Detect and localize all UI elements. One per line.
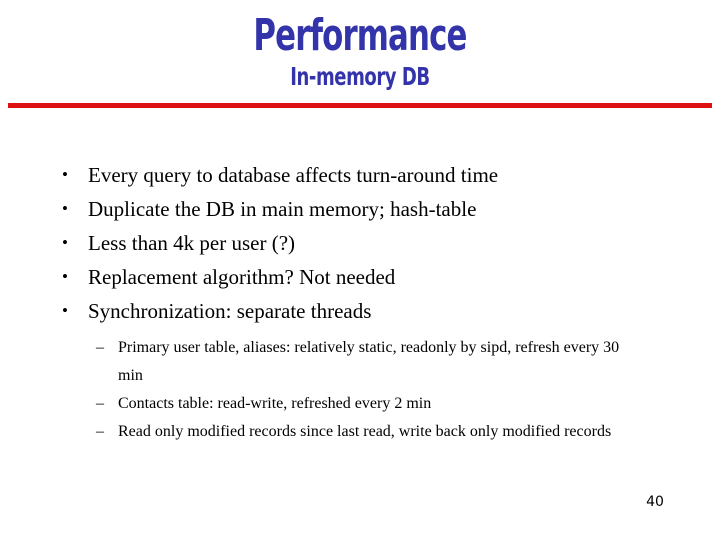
list-item: • Synchronization: separate threads (0, 294, 720, 328)
list-item-label: Replacement algorithm? Not needed (88, 265, 396, 289)
dash-marker-icon: – (96, 395, 104, 412)
bullet-marker-icon: • (62, 199, 68, 218)
list-item: – Read only modified records since last … (0, 418, 720, 446)
bullet-marker-icon: • (62, 267, 68, 286)
list-item: – Primary user table, aliases: relativel… (0, 334, 720, 390)
list-item: • Less than 4k per user (?) (0, 226, 720, 260)
list-item-label: Contacts table: read-write, refreshed ev… (118, 395, 432, 412)
bullet-marker-icon: • (62, 301, 68, 320)
bullet-marker-icon: • (62, 233, 68, 252)
list-item-label: Less than 4k per user (?) (88, 231, 296, 255)
list-item-label: Read only modified records since last re… (118, 423, 612, 440)
dash-marker-icon: – (96, 423, 104, 440)
bullet-list-primary: • Every query to database affects turn-a… (0, 158, 720, 328)
list-item: • Duplicate the DB in main memory; hash-… (0, 192, 720, 226)
list-item-label: Primary user table, aliases: relatively … (118, 339, 620, 384)
list-item: – Contacts table: read-write, refreshed … (0, 390, 720, 418)
list-item: • Replacement algorithm? Not needed (0, 260, 720, 294)
page-subtitle: In-memory DB (290, 62, 430, 91)
slide-title-block: Performance In-memory DB (0, 14, 720, 90)
list-item-label: Every query to database affects turn-aro… (88, 163, 499, 187)
list-item-label: Synchronization: separate threads (88, 299, 372, 323)
slide-body: • Every query to database affects turn-a… (0, 158, 720, 446)
dash-marker-icon: – (96, 339, 104, 356)
bullet-marker-icon: • (62, 165, 68, 184)
list-item-label: Duplicate the DB in main memory; hash-ta… (88, 197, 477, 221)
list-item: • Every query to database affects turn-a… (0, 158, 720, 192)
page-title: Performance (253, 10, 467, 61)
page-number: 40 (646, 494, 664, 510)
bullet-list-secondary: – Primary user table, aliases: relativel… (0, 334, 720, 446)
slide-canvas: Performance In-memory DB • Every query t… (0, 0, 720, 540)
title-divider-line (8, 103, 712, 108)
